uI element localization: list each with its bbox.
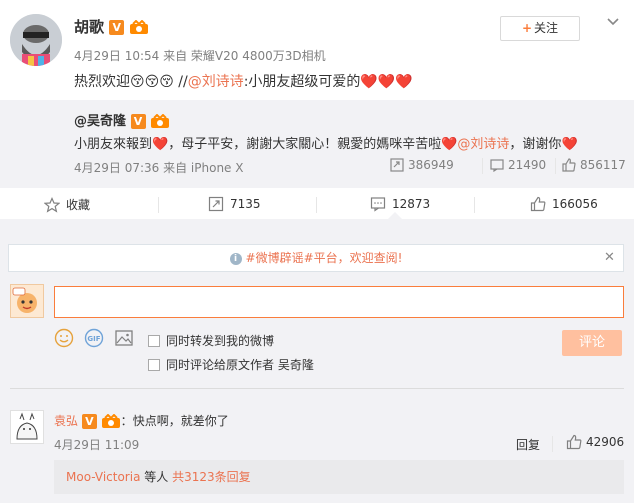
thumbs-up-icon [562, 158, 576, 172]
notice-text[interactable]: #微博辟谣#平台，欢迎查阅! [246, 251, 403, 265]
repost-comment-value: 21490 [508, 158, 547, 172]
svg-text:GIF: GIF [87, 335, 100, 343]
heart-icon: ❤️ [152, 137, 169, 152]
author-name-text[interactable]: 胡歌 [74, 18, 104, 36]
forward-checkbox[interactable]: 同时转发到我的微博 [148, 332, 274, 349]
checkbox-icon[interactable] [148, 358, 160, 371]
stat-divider [555, 158, 556, 174]
close-icon[interactable]: ✕ [604, 250, 615, 265]
repost-text-c: ，谢谢你 [509, 137, 562, 152]
repost-text-b: ，母子平安，謝謝大家關心！親愛的媽咪辛苦啦 [168, 137, 442, 152]
comment-count: 12873 [392, 197, 431, 211]
comment-line: 袁弘 V ：快点啊，就差你了 [54, 412, 229, 429]
member-crown-icon [151, 114, 170, 128]
heart-icon: ❤️ [441, 137, 458, 152]
gif-icon[interactable]: GIF [84, 328, 104, 348]
action-divider [158, 197, 159, 213]
plus-icon: + [521, 21, 533, 35]
member-crown-icon [101, 414, 120, 428]
follow-button[interactable]: + 关注 [500, 16, 580, 41]
origin-checkbox[interactable]: 同时评论给原文作者 吴奇隆 [148, 356, 314, 373]
comment-text: 快点啊，就差你了 [132, 414, 229, 428]
repost-share-count[interactable]: 386949 [390, 158, 454, 172]
replies-summary[interactable]: Moo-Victoria 等人 共3123条回复 [54, 460, 624, 494]
reply-mid-text: 等人 [140, 470, 173, 484]
post-text-prefix: 热烈欢迎 [74, 74, 130, 90]
heart-icon: ❤️❤️❤️ [360, 74, 413, 90]
verified-icon: V [81, 414, 97, 429]
comment-icon [370, 197, 386, 212]
action-divider [474, 197, 475, 213]
repost-share-value: 386949 [408, 158, 454, 172]
comment-like-count: 42906 [586, 435, 625, 449]
like-button[interactable]: 166056 [530, 196, 598, 212]
emoji-icon[interactable] [54, 328, 74, 348]
repost-text: 小朋友來報到❤️，母子平安，謝謝大家關心！親愛的媽咪辛苦啦❤️@刘诗诗，谢谢你❤… [74, 133, 578, 152]
colon: ： [120, 414, 133, 428]
share-icon [208, 196, 224, 212]
comment-icon [490, 159, 504, 172]
comment-time: 4月29日 11:09 [54, 438, 140, 452]
comment-like-button[interactable]: 42906 [566, 434, 624, 450]
commenter-name[interactable]: 袁弘 [54, 414, 78, 428]
repost-like-count[interactable]: 856117 [562, 158, 626, 172]
notice-banner[interactable]: i #微博辟谣#平台，欢迎查阅! [8, 244, 624, 272]
share-icon [390, 158, 404, 172]
reply-button[interactable]: 回复 [516, 436, 540, 453]
favorite-label: 收藏 [66, 198, 91, 212]
mention-link[interactable]: @刘诗诗 [457, 137, 509, 152]
repost-button[interactable]: 7135 [208, 196, 261, 212]
emoji-kiss-icon: 😚😚😚 [130, 74, 174, 90]
comment-button[interactable]: 12873 [370, 196, 430, 212]
submit-comment-button[interactable]: 评论 [562, 330, 622, 356]
heart-icon: ❤️ [561, 137, 578, 152]
verified-icon: V [109, 20, 125, 35]
action-divider [316, 197, 317, 213]
info-icon: i [229, 252, 242, 265]
reply-count-link[interactable]: 共3123条回复 [172, 470, 251, 484]
repost-comment-count[interactable]: 21490 [490, 158, 546, 172]
post-text: 热烈欢迎😚😚😚 //@刘诗诗:小朋友超级可爱的❤️❤️❤️ [74, 71, 413, 91]
verified-icon: V [130, 114, 146, 129]
repost-text-a: 小朋友來報到 [74, 137, 153, 152]
member-crown-icon [130, 20, 149, 34]
post-text-rest: :小朋友超级可爱的 [243, 74, 361, 90]
thumbs-up-icon [566, 434, 582, 450]
origin-label: 同时评论给原文作者 吴奇隆 [166, 358, 314, 372]
follow-label: 关注 [534, 21, 559, 35]
favorite-button[interactable]: 收藏 [44, 196, 90, 213]
repost-count: 7135 [230, 197, 261, 211]
forward-label: 同时转发到我的微博 [166, 334, 275, 348]
comment-input[interactable] [54, 286, 624, 318]
author-avatar[interactable] [10, 14, 62, 66]
checkbox-icon[interactable] [148, 334, 160, 347]
mention-link[interactable]: @刘诗诗 [188, 74, 244, 90]
post-meta: 4月29日 10:54 来自 荣耀V20 4800万3D相机 [74, 49, 326, 63]
repost-author-name[interactable]: @吴奇隆 [74, 114, 126, 129]
thumbs-up-icon [530, 196, 546, 212]
repost-author[interactable]: @吴奇隆 V [74, 110, 170, 129]
like-count: 166056 [552, 197, 598, 211]
chevron-down-icon[interactable] [605, 14, 621, 30]
repost-like-value: 856117 [580, 158, 626, 172]
author-name[interactable]: 胡歌 V [74, 16, 149, 37]
reply-user-link[interactable]: Moo-Victoria [66, 470, 140, 484]
repost-meta: 4月29日 07:36 来自 iPhone X [74, 161, 244, 175]
my-avatar[interactable] [10, 284, 44, 318]
comment-divider [10, 388, 624, 389]
star-icon [44, 196, 60, 213]
post-separator: // [173, 74, 188, 90]
image-icon[interactable] [114, 328, 134, 348]
panel-caret [388, 212, 402, 219]
commenter-avatar[interactable] [10, 410, 44, 444]
comment-action-divider [552, 436, 553, 452]
stat-divider [482, 158, 483, 174]
